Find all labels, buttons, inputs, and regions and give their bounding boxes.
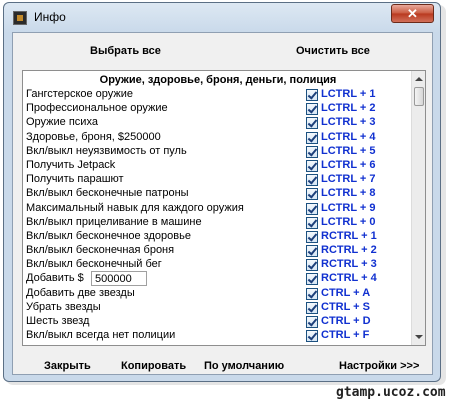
list-item[interactable]: Добавить две звезды CTRL + A [23, 287, 415, 301]
list-item-checkbox[interactable] [306, 330, 318, 343]
list-item-hotkey: LCTRL + 4 [321, 130, 376, 143]
list-item-hotkey: RCTRL + 1 [321, 229, 377, 242]
list-item[interactable]: Оружие психа LCTRL + 3 [23, 116, 415, 130]
list-item-label: Получить Jetpack [26, 158, 116, 171]
list-item-hotkey: CTRL + D [321, 315, 371, 327]
list-item-hotkey: LCTRL + 0 [321, 215, 376, 228]
list-item-label: Вкл/выкл неуязвимость от пуль [26, 144, 187, 157]
info-window: Инфо ✕ Выбрать все Очистить все Оружие, … [3, 2, 441, 382]
close-button[interactable]: Закрыть [44, 360, 91, 372]
list-item-label: Гангстерское оружие [26, 88, 134, 100]
list-item[interactable]: Вкл/выкл бесконечные патроны LCTRL + 8 [23, 187, 415, 201]
select-all-button[interactable]: Выбрать все [90, 45, 161, 57]
list-item[interactable]: Шесть звезд CTRL + D [23, 315, 415, 329]
list-item-hotkey: CTRL + F [321, 329, 370, 342]
list-item-label: Добавить две звезды [26, 286, 135, 299]
list-item-hotkey: LCTRL + 8 [321, 187, 376, 200]
vertical-scrollbar[interactable] [411, 71, 425, 345]
list-item-checkbox[interactable] [306, 174, 318, 187]
list-item-hotkey: LCTRL + 1 [321, 88, 376, 100]
close-window-button[interactable]: ✕ [391, 4, 434, 23]
list-item-checkbox[interactable] [306, 202, 318, 215]
list-item-checkbox[interactable] [306, 188, 318, 201]
list-item-label: Профессиональное оружие [26, 102, 168, 115]
list-item-checkbox[interactable] [306, 245, 318, 258]
list-item-label: Здоровье, броня, $250000 [26, 130, 161, 143]
clear-all-button[interactable]: Очистить все [296, 45, 370, 57]
title-bar[interactable]: Инфо ✕ [4, 3, 440, 32]
list-item-hotkey: LCTRL + 5 [321, 144, 376, 157]
list-item-label: Добавить $ [26, 272, 84, 285]
list-item-checkbox[interactable] [306, 259, 318, 272]
list-item-checkbox[interactable] [306, 103, 318, 116]
cheats-list[interactable]: Оружие, здоровье, броня, деньги, полиция… [22, 70, 426, 346]
list-item-label: Вкл/выкл всегда нет полиции [26, 329, 176, 342]
list-item-checkbox[interactable] [306, 230, 318, 243]
list-item-label: Вкл/выкл бесконечный бег [26, 258, 162, 271]
list-item-label: Максимальный навык для каждого оружия [26, 201, 244, 214]
list-item[interactable]: Вкл/выкл всегда нет полиции CTRL + F [23, 329, 415, 343]
list-item[interactable]: Убрать звезды CTRL + S [23, 301, 415, 315]
list-item-label: Вкл/выкл бесконечная броня [26, 244, 175, 257]
scroll-down-arrow-icon[interactable] [412, 330, 425, 345]
list-item[interactable]: Вкл/выкл неуязвимость от пуль LCTRL + 5 [23, 145, 415, 159]
list-item-checkbox[interactable] [306, 316, 318, 328]
list-item-checkbox[interactable] [306, 117, 318, 130]
list-item[interactable]: Добавить $ RCTRL + 4 [23, 271, 415, 287]
list-item[interactable]: Вкл/выкл бесконечная броня RCTRL + 2 [23, 244, 415, 258]
list-item-checkbox[interactable] [306, 273, 318, 286]
list-item[interactable]: Вкл/выкл прицеливание в машине LCTRL + 0 [23, 216, 415, 230]
list-item-hotkey: RCTRL + 4 [321, 272, 377, 285]
list-item[interactable]: Гангстерское оружие LCTRL + 1 [23, 88, 415, 102]
list-item-label: Вкл/выкл бесконечное здоровье [26, 229, 191, 242]
list-item-hotkey: LCTRL + 3 [321, 116, 376, 129]
list-item-label: Вкл/выкл прицеливание в машине [26, 215, 202, 228]
list-item-label: Оружие психа [26, 116, 98, 129]
list-item-label: Вкл/выкл бесконечные патроны [26, 187, 189, 200]
list-item[interactable]: Профессиональное оружие LCTRL + 2 [23, 102, 415, 116]
list-item-label: Шесть звезд [26, 315, 90, 327]
settings-button[interactable]: Настройки >>> [339, 360, 419, 372]
default-button[interactable]: По умолчанию [204, 360, 284, 372]
money-amount-input[interactable] [91, 271, 147, 287]
list-item-hotkey: RCTRL + 3 [321, 258, 377, 271]
scroll-thumb[interactable] [414, 87, 424, 106]
list-item[interactable]: Получить парашют LCTRL + 7 [23, 173, 415, 187]
list-item-checkbox[interactable] [306, 216, 318, 229]
list-item-checkbox[interactable] [306, 145, 318, 158]
list-item-checkbox[interactable] [306, 301, 318, 314]
list-item-hotkey: RCTRL + 2 [321, 244, 377, 257]
list-item-checkbox[interactable] [306, 89, 318, 101]
app-icon [13, 11, 27, 25]
list-item[interactable]: Максимальный навык для каждого оружия LCT… [23, 202, 415, 216]
watermark: gtamp.ucoz.com [336, 385, 446, 400]
scroll-up-arrow-icon[interactable] [412, 71, 425, 86]
list-item-hotkey: LCTRL + 9 [321, 201, 376, 214]
list-item-label: Получить парашют [26, 173, 124, 186]
client-area: Выбрать все Очистить все Оружие, здоровь… [12, 32, 433, 375]
list-item-checkbox[interactable] [306, 287, 318, 300]
list-item-checkbox[interactable] [306, 131, 318, 144]
list-item-checkbox[interactable] [306, 159, 318, 172]
list-item-label: Убрать звезды [26, 300, 101, 313]
list-item-hotkey: LCTRL + 2 [321, 102, 376, 115]
list-item[interactable]: Получить Jetpack LCTRL + 6 [23, 159, 415, 173]
list-item[interactable]: Вкл/выкл бесконечный бег RCTRL + 3 [23, 258, 415, 272]
list-item-hotkey: LCTRL + 6 [321, 158, 376, 171]
copy-button[interactable]: Копировать [121, 360, 186, 372]
close-icon: ✕ [407, 6, 418, 21]
list-item[interactable]: Здоровье, броня, $250000 LCTRL + 4 [23, 131, 415, 145]
list-item[interactable]: Вкл/выкл бесконечное здоровье RCTRL + 1 [23, 230, 415, 244]
cheats-rows: Гангстерское оружие LCTRL + 1 Профессионал… [23, 88, 415, 343]
window-title: Инфо [34, 10, 66, 24]
list-item-hotkey: CTRL + S [321, 300, 371, 313]
list-section-header: Оружие, здоровье, броня, деньги, полиция [99, 74, 337, 86]
list-item-hotkey: LCTRL + 7 [321, 173, 376, 186]
list-item-hotkey: CTRL + A [321, 286, 371, 299]
